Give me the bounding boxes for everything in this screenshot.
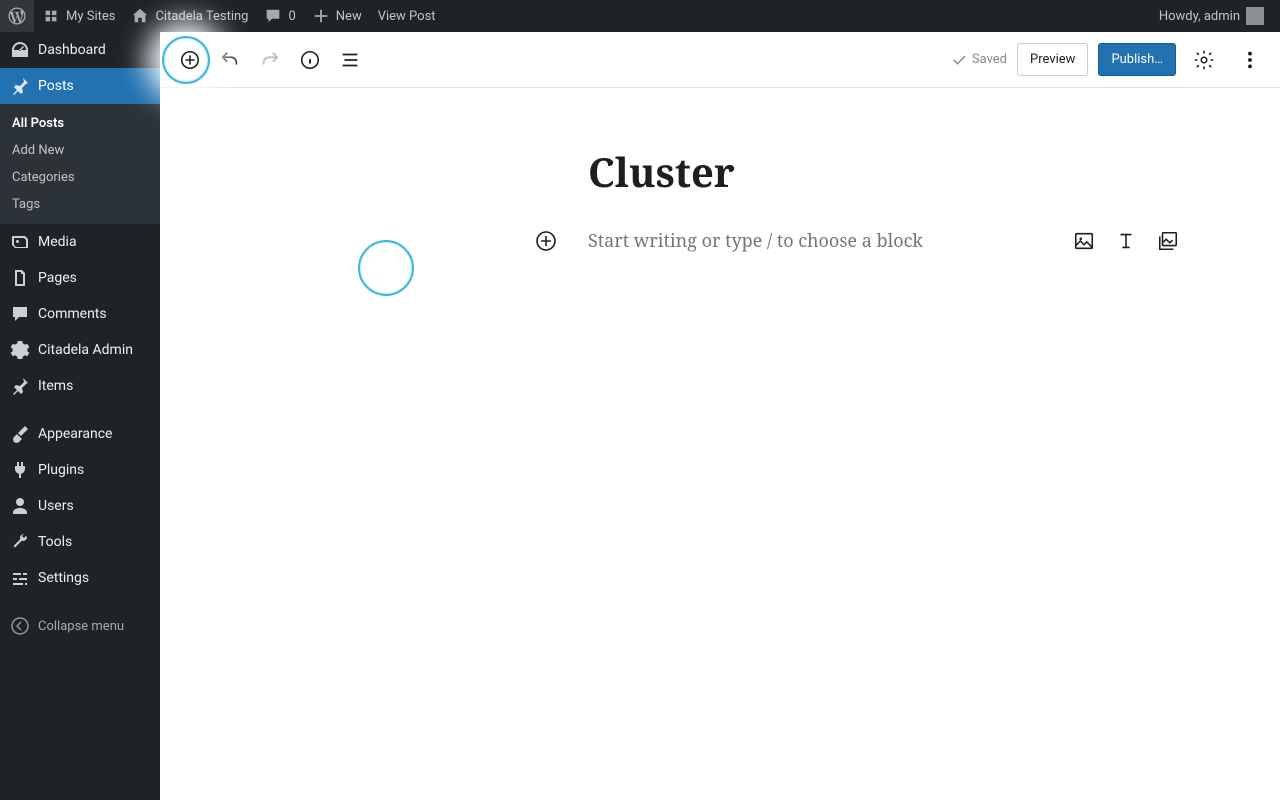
inline-inserter-button[interactable] [532,227,560,255]
new-link[interactable]: New [304,0,370,32]
menu-appearance-label: Appearance [38,426,112,442]
collapse-menu[interactable]: Collapse menu [0,608,160,644]
wp-logo[interactable] [0,0,34,32]
post-body: Cluster Start writing or type / to choos… [160,88,1280,311]
menu-plugins[interactable]: Plugins [0,452,160,488]
site-name-link[interactable]: Citadela Testing [123,0,256,32]
preview-button[interactable]: Preview [1017,43,1088,76]
menu-posts-label: Posts [38,78,74,94]
add-block-button[interactable] [172,42,208,78]
block-shortcuts [1072,229,1180,253]
site-name-label: Citadela Testing [155,9,248,24]
menu-citadela-admin[interactable]: Citadela Admin [0,332,160,368]
comments-count: 0 [288,9,295,24]
comments-icon [10,304,30,324]
undo-button[interactable] [212,42,248,78]
editor-header: Saved Preview Publish… [160,32,1280,88]
editor-area: Saved Preview Publish… Cluster Start wri… [160,32,1280,800]
sliders-icon [10,568,30,588]
wordpress-icon [8,7,26,25]
admin-sidebar: Dashboard Posts All Posts Add New Catego… [0,32,160,800]
more-button[interactable] [1232,42,1268,78]
plug-icon [10,460,30,480]
menu-appearance[interactable]: Appearance [0,416,160,452]
comment-icon [264,7,282,25]
default-block: Start writing or type / to choose a bloc… [160,227,1280,255]
pages-icon [10,268,30,288]
collapse-label: Collapse menu [38,619,124,634]
heading-block-shortcut[interactable] [1114,229,1138,253]
wrench-icon [10,532,30,552]
multisite-icon [42,7,60,25]
publish-button[interactable]: Publish… [1098,43,1176,76]
menu-pages-label: Pages [38,270,77,286]
my-sites-link[interactable]: My Sites [34,0,123,32]
saved-indicator: Saved [950,51,1007,69]
submenu-tags[interactable]: Tags [0,191,160,218]
menu-plugins-label: Plugins [38,462,84,478]
posts-submenu: All Posts Add New Categories Tags [0,104,160,224]
collapse-icon [10,616,30,636]
admin-bar: My Sites Citadela Testing 0 New View Pos… [0,0,1280,32]
menu-media-label: Media [38,234,77,250]
pin-icon [10,76,30,96]
menu-users-label: Users [38,498,74,514]
menu-dashboard[interactable]: Dashboard [0,32,160,68]
brush-icon [10,424,30,444]
menu-users[interactable]: Users [0,488,160,524]
new-label: New [336,9,362,24]
my-sites-label: My Sites [66,9,115,24]
view-post-link[interactable]: View Post [370,0,444,32]
comments-link[interactable]: 0 [256,0,303,32]
home-icon [131,7,149,25]
menu-pages[interactable]: Pages [0,260,160,296]
gallery-block-shortcut[interactable] [1156,229,1180,253]
dashboard-icon [10,40,30,60]
menu-comments[interactable]: Comments [0,296,160,332]
saved-label: Saved [972,52,1007,67]
menu-media[interactable]: Media [0,224,160,260]
plus-icon [312,7,330,25]
account-link[interactable]: Howdy, admin [1151,0,1272,32]
settings-button[interactable] [1186,42,1222,78]
menu-posts[interactable]: Posts [0,68,160,104]
submenu-add-new[interactable]: Add New [0,137,160,164]
menu-settings-label: Settings [38,570,89,586]
image-block-shortcut[interactable] [1072,229,1096,253]
menu-items[interactable]: Items [0,368,160,404]
post-title[interactable]: Cluster [588,144,1280,199]
menu-items-label: Items [38,378,73,394]
gear-icon [10,340,30,360]
avatar-icon [1246,7,1264,25]
howdy-label: Howdy, admin [1159,9,1240,24]
menu-comments-label: Comments [38,306,107,322]
menu-tools-label: Tools [38,534,72,550]
menu-dashboard-label: Dashboard [38,42,106,58]
check-icon [950,51,968,69]
outline-button[interactable] [332,42,368,78]
view-post-label: View Post [378,9,436,24]
submenu-categories[interactable]: Categories [0,164,160,191]
media-icon [10,232,30,252]
info-button[interactable] [292,42,328,78]
user-icon [10,496,30,516]
block-placeholder[interactable]: Start writing or type / to choose a bloc… [588,229,1072,253]
redo-button[interactable] [252,42,288,78]
pin-icon [10,376,30,396]
submenu-all-posts[interactable]: All Posts [0,110,160,137]
menu-citadela-admin-label: Citadela Admin [38,342,133,358]
menu-settings[interactable]: Settings [0,560,160,596]
menu-tools[interactable]: Tools [0,524,160,560]
